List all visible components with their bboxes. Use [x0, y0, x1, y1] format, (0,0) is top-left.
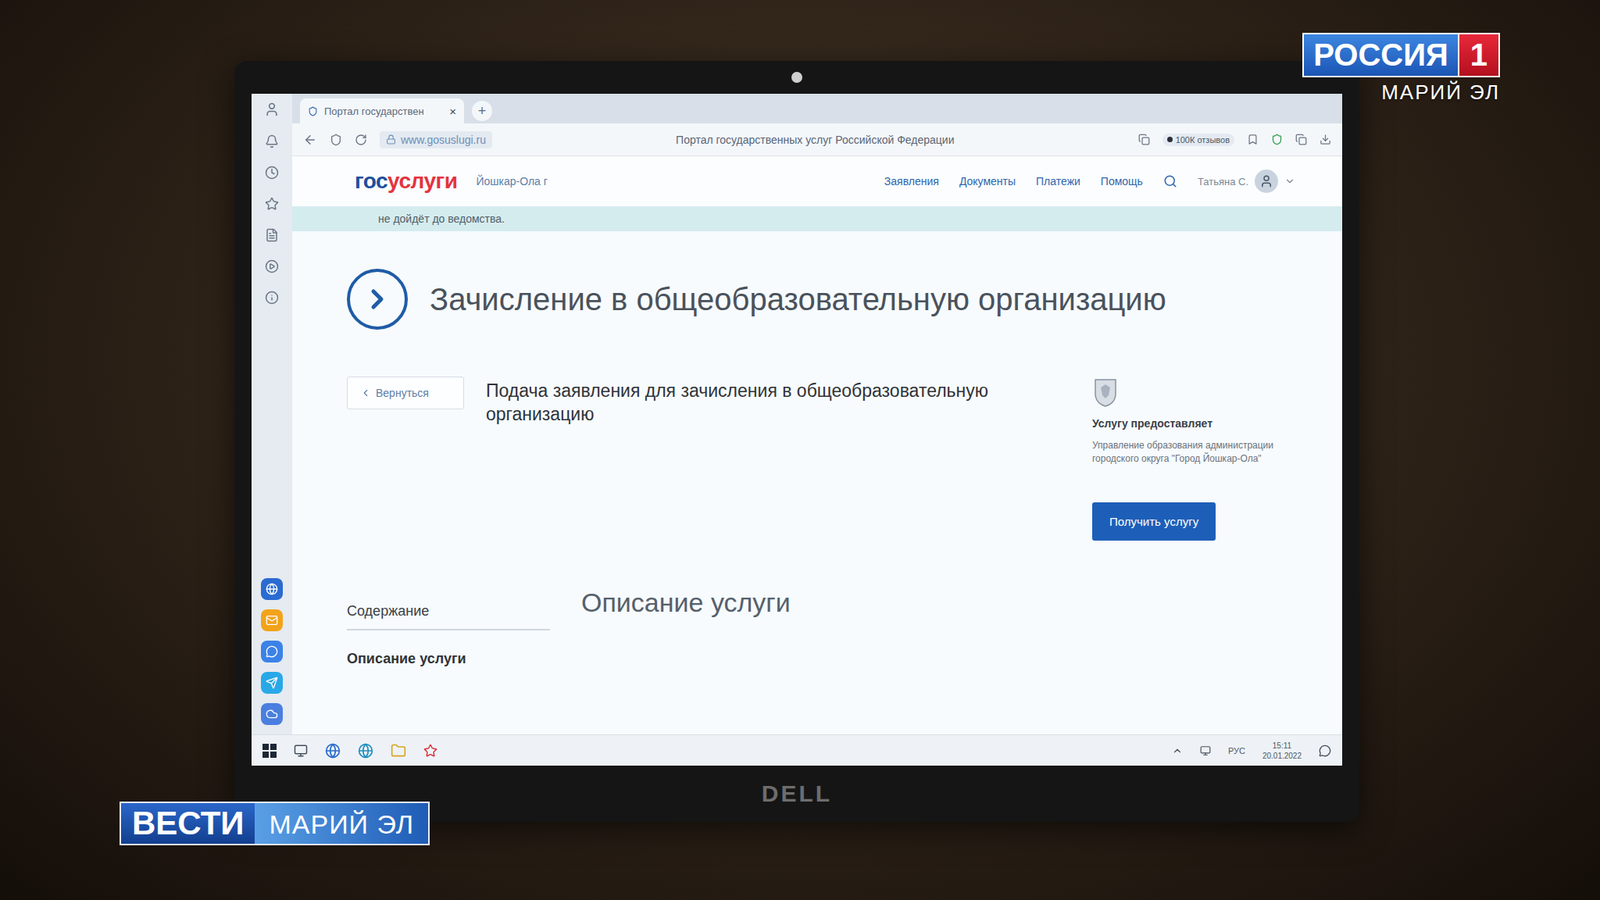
task-view-icon[interactable] — [293, 743, 308, 758]
windows-start-icon[interactable] — [262, 743, 277, 758]
channel-number: 1 — [1457, 32, 1500, 78]
messenger-icon — [265, 645, 279, 658]
star-icon[interactable] — [264, 196, 279, 211]
yandex-taskbar-icon[interactable] — [423, 743, 438, 758]
laptop: Портал государствен× + www.gosuslugi.ru Пор… — [234, 60, 1360, 822]
site-favicon-icon — [307, 106, 318, 117]
sidebar-app[interactable] — [260, 578, 283, 600]
chevron-left-icon — [360, 387, 372, 399]
lock-icon — [385, 134, 397, 145]
cloud-icon — [265, 707, 279, 721]
edge-taskbar-icon[interactable] — [357, 742, 374, 759]
site-nav: Заявления Документы Платежи Помощь Татьяна С… — [884, 169, 1296, 193]
sidebar-apps — [260, 578, 283, 735]
reviews-chip[interactable]: 100К отзывов — [1162, 133, 1235, 147]
app-icon — [265, 582, 279, 596]
browser-sidebar — [251, 93, 293, 735]
browser-window: Портал государствен× + www.gosuslugi.ru Пор… — [292, 93, 1343, 735]
reload-icon[interactable] — [354, 133, 368, 147]
new-tab-button[interactable]: + — [471, 100, 493, 122]
mail-icon — [265, 614, 279, 627]
network-icon[interactable] — [1200, 745, 1211, 757]
address-bar: www.gosuslugi.ru Портал государственных у… — [292, 123, 1343, 157]
provider-label: Услугу предоставляет — [1092, 417, 1288, 430]
city-selector[interactable]: Йошкар-Ола г — [475, 175, 865, 188]
description-section: Содержание Описание услуги Описание услуги — [346, 587, 1288, 668]
browser-taskbar-icon[interactable] — [325, 742, 341, 759]
description-heading: Описание услуги — [581, 587, 1288, 618]
channel-logo: РОССИЯ1МАРИЙ ЭЛ — [1302, 32, 1500, 105]
input-language[interactable]: РУС — [1228, 746, 1246, 756]
nav-link[interactable]: Платежи — [1035, 175, 1081, 188]
provider-name: Управление образования администрации гор… — [1092, 439, 1288, 467]
profile-icon[interactable] — [264, 101, 280, 118]
broadcast-frame: Портал государствен× + www.gosuslugi.ru Пор… — [0, 0, 1600, 900]
extensions-icon[interactable] — [1295, 133, 1308, 146]
copy-icon[interactable] — [1138, 133, 1150, 146]
coat-of-arms-icon — [1092, 376, 1119, 408]
back-button[interactable]: Вернуться — [346, 376, 465, 410]
sidebar-app[interactable] — [260, 640, 283, 663]
user-menu[interactable]: Татьяна С. — [1197, 169, 1296, 193]
channel-name: РОССИЯ — [1302, 32, 1458, 78]
service-subtitle: Подача заявления для зачисления в общеоб… — [485, 376, 1071, 427]
search-icon[interactable] — [1163, 174, 1178, 189]
sidebar-app[interactable] — [260, 671, 283, 694]
laptop-brand: DELL — [761, 780, 833, 808]
top-bezel — [251, 60, 1343, 94]
program-logo: ВЕСТИМАРИЙ ЭЛ — [119, 801, 430, 846]
webcam — [791, 71, 803, 83]
service-title: Зачисление в общеобразовательную организ… — [429, 282, 1167, 318]
tab-bar: Портал государствен× + — [292, 93, 1343, 124]
service-main: Зачисление в общеобразовательную организ… — [292, 231, 1343, 668]
chevron-down-icon — [1284, 175, 1296, 187]
sidebar-app[interactable] — [260, 703, 283, 725]
provider-panel: Услугу предоставляет Управление образован… — [1092, 376, 1288, 541]
user-avatar — [1254, 169, 1279, 193]
protect-icon[interactable] — [329, 133, 343, 147]
title-row: Зачисление в общеобразовательную организ… — [346, 268, 1288, 330]
nav-link[interactable]: Помощь — [1100, 175, 1143, 188]
site-header: госуслуги Йошкар-Ола г Заявления Документы П… — [292, 156, 1343, 207]
sidebar-app[interactable] — [260, 609, 283, 632]
nav-link[interactable]: Документы — [959, 175, 1016, 188]
channel-region: МАРИЙ ЭЛ — [1381, 80, 1500, 105]
download-icon[interactable] — [1319, 133, 1332, 146]
get-service-button[interactable]: Получить услугу — [1092, 502, 1216, 541]
gosuslugi-logo[interactable]: госуслуги — [354, 168, 458, 194]
taskbar-clock[interactable]: 15:1120.01.2022 — [1262, 740, 1302, 761]
history-icon[interactable] — [264, 165, 279, 180]
nav-link[interactable]: Заявления — [884, 175, 940, 188]
toc-title: Содержание — [346, 603, 550, 631]
taskbar: РУС 15:1120.01.2022 — [251, 734, 1343, 766]
explorer-taskbar-icon[interactable] — [390, 742, 407, 759]
notice-banner: не дойдёт до ведомства. — [292, 206, 1343, 232]
service-body: Вернуться Подача заявления для зачисления… — [346, 376, 1288, 541]
url-field[interactable]: www.gosuslugi.ru — [379, 131, 493, 149]
toc-item[interactable]: Описание услуги — [346, 650, 550, 668]
notifications-icon[interactable] — [1318, 744, 1332, 758]
table-of-contents: Содержание Описание услуги — [346, 587, 550, 668]
arrow-circle-icon — [346, 268, 408, 330]
bell-icon[interactable] — [264, 134, 279, 149]
tray-chevron-icon[interactable] — [1171, 745, 1183, 757]
page-title: Портал государственных услуг Российской … — [504, 133, 1126, 147]
browser-tab[interactable]: Портал государствен× — [300, 98, 465, 124]
program-name: ВЕСТИ — [121, 803, 255, 844]
back-icon[interactable] — [303, 132, 318, 147]
notes-icon[interactable] — [264, 228, 279, 243]
info-icon[interactable] — [264, 290, 279, 305]
adblock-icon[interactable] — [1271, 133, 1283, 146]
tab-close-button[interactable]: × — [449, 104, 457, 118]
play-icon[interactable] — [264, 259, 279, 274]
person-icon — [1259, 174, 1274, 189]
bookmark-icon[interactable] — [1246, 133, 1259, 146]
browser-area: Портал государствен× + www.gosuslugi.ru Пор… — [251, 93, 1343, 735]
web-page: госуслуги Йошкар-Ола г Заявления Документы П… — [292, 156, 1343, 735]
telegram-icon — [265, 676, 279, 690]
program-region: МАРИЙ ЭЛ — [254, 803, 429, 844]
laptop-screen: Портал государствен× + www.gosuslugi.ru Пор… — [251, 93, 1343, 766]
